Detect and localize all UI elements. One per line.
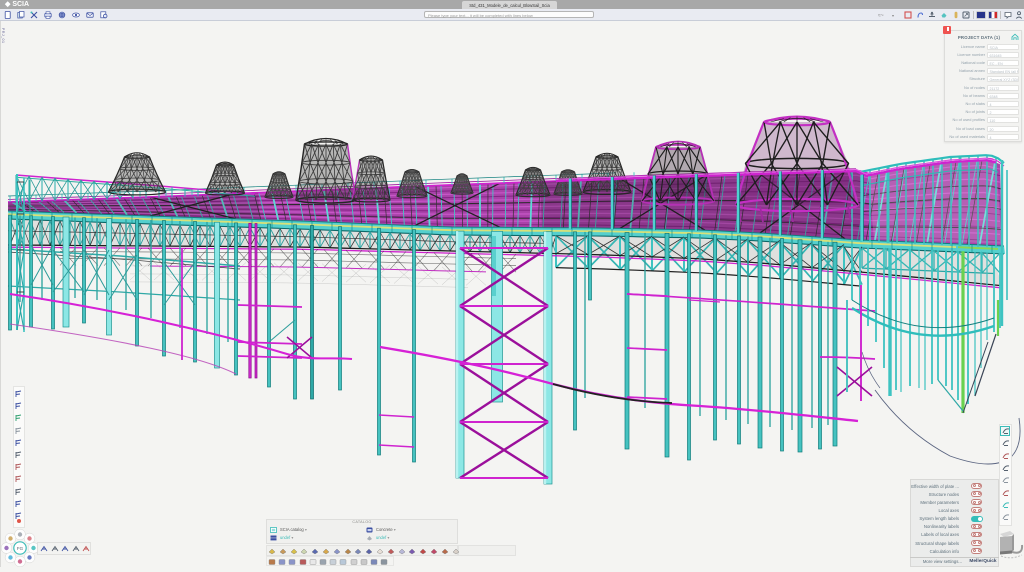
- svg-text:FG: FG: [17, 546, 24, 551]
